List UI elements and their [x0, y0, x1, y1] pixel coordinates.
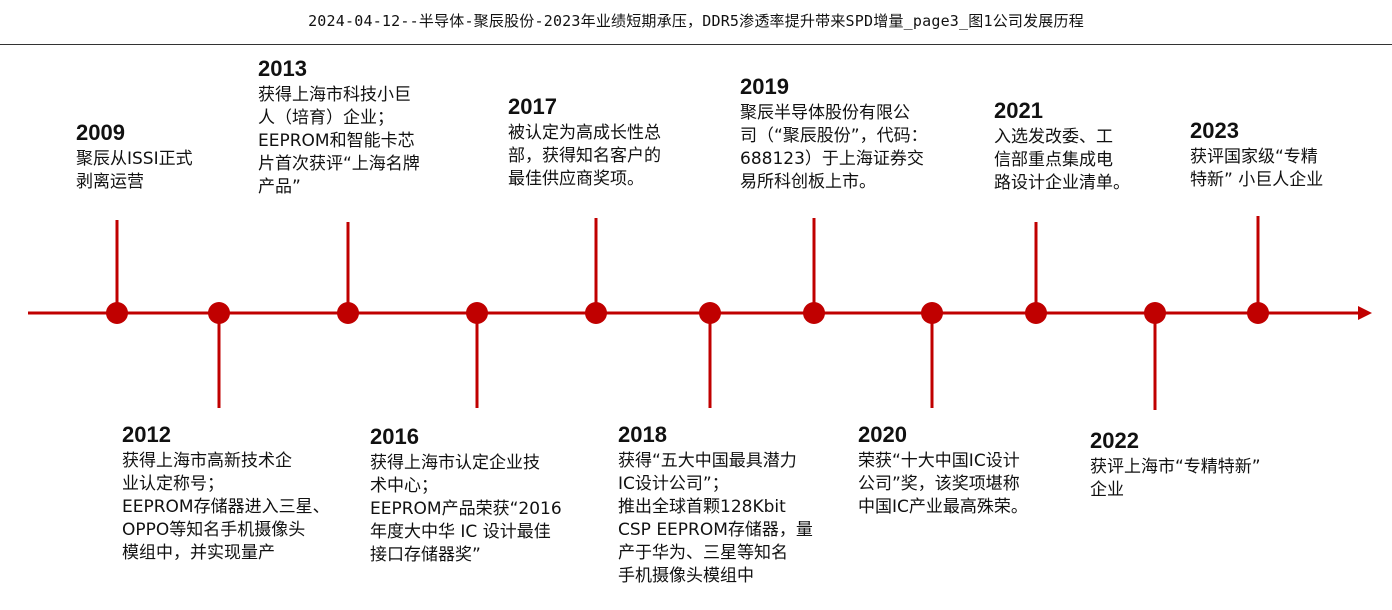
- event-year: 2009: [76, 120, 125, 145]
- event-year: 2012: [122, 422, 171, 447]
- event-year: 2022: [1090, 428, 1139, 453]
- milestone-dot-2023: [1247, 302, 1269, 324]
- event-2009: 2009 聚辰从ISSI正式 剥离运营: [76, 120, 193, 194]
- milestone-dot-2013: [337, 302, 359, 324]
- event-description: 获评上海市“专精特新” 企业: [1090, 457, 1261, 500]
- event-2020: 2020 荣获“十大中国IC设计 公司”奖，该奖项堪称 中国IC产业最高殊荣。: [858, 422, 1028, 519]
- event-year: 2017: [508, 94, 557, 119]
- event-description: 获得上海市高新技术企 业认定称号； EEPROM存储器进入三星、 OPPO等知名…: [122, 451, 330, 563]
- milestone-dot-2022: [1144, 302, 1166, 324]
- event-2019: 2019 聚辰半导体股份有限公 司（“聚辰股份”，代码： 688123）于上海证…: [740, 74, 928, 194]
- event-year: 2023: [1190, 118, 1239, 143]
- milestone-dot-2020: [921, 302, 943, 324]
- event-description: 获评国家级“专精 特新” 小巨人企业: [1190, 147, 1324, 190]
- event-2022: 2022 获评上海市“专精特新” 企业: [1090, 428, 1261, 502]
- milestone-dot-2016: [466, 302, 488, 324]
- milestone-dot-2012: [208, 302, 230, 324]
- event-2013: 2013 获得上海市科技小巨 人（培育）企业； EEPROM和智能卡芯 片首次获…: [258, 56, 420, 199]
- milestone-dot-2017: [585, 302, 607, 324]
- milestone-dot-2009: [106, 302, 128, 324]
- event-description: 被认定为高成长性总 部，获得知名客户的 最佳供应商奖项。: [508, 123, 661, 189]
- milestone-dot-2021: [1025, 302, 1047, 324]
- event-year: 2016: [370, 424, 419, 449]
- event-description: 获得“五大中国最具潜力 IC设计公司”； 推出全球首颗128Kbit CSP E…: [618, 451, 813, 586]
- event-2021: 2021 入选发改委、工 信部重点集成电 路设计企业清单。: [994, 98, 1130, 195]
- event-2012: 2012 获得上海市高新技术企 业认定称号； EEPROM存储器进入三星、 OP…: [122, 422, 330, 565]
- milestone-dot-2018: [699, 302, 721, 324]
- event-description: 获得上海市认定企业技 术中心； EEPROM产品荣获“2016 年度大中华 IC…: [370, 453, 562, 565]
- event-description: 荣获“十大中国IC设计 公司”奖，该奖项堪称 中国IC产业最高殊荣。: [858, 451, 1028, 517]
- event-year: 2013: [258, 56, 307, 81]
- event-2016: 2016 获得上海市认定企业技 术中心； EEPROM产品荣获“2016 年度大…: [370, 424, 562, 567]
- event-2017: 2017 被认定为高成长性总 部，获得知名客户的 最佳供应商奖项。: [508, 94, 661, 191]
- event-description: 获得上海市科技小巨 人（培育）企业； EEPROM和智能卡芯 片首次获评“上海名…: [258, 85, 420, 197]
- event-2018: 2018 获得“五大中国最具潜力 IC设计公司”； 推出全球首颗128Kbit …: [618, 422, 813, 588]
- event-description: 聚辰半导体股份有限公 司（“聚辰股份”，代码： 688123）于上海证券交 易所…: [740, 103, 928, 192]
- event-description: 入选发改委、工 信部重点集成电 路设计企业清单。: [994, 127, 1130, 193]
- event-description: 聚辰从ISSI正式 剥离运营: [76, 149, 193, 192]
- event-year: 2021: [994, 98, 1043, 123]
- event-year: 2018: [618, 422, 667, 447]
- event-year: 2019: [740, 74, 789, 99]
- timeline-arrowhead: [1358, 306, 1372, 320]
- milestone-dot-2019: [803, 302, 825, 324]
- event-year: 2020: [858, 422, 907, 447]
- event-2023: 2023 获评国家级“专精 特新” 小巨人企业: [1190, 118, 1323, 192]
